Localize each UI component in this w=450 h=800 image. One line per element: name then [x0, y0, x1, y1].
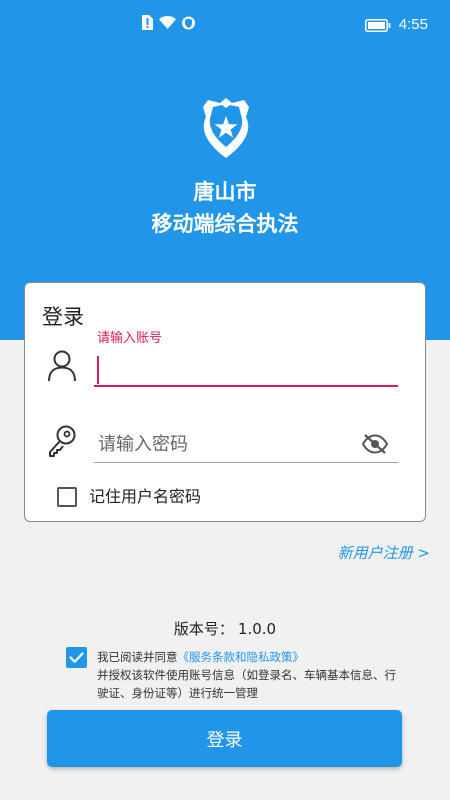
login-button[interactable]: 登录 [47, 710, 402, 767]
account-field-label: 请输入账号 [97, 331, 163, 346]
text-caret [97, 356, 99, 384]
agreement-prefix: 我已阅读并同意 [97, 650, 178, 664]
version-label: 版本号： [173, 620, 234, 638]
login-card: 登录 请输入账号 记住用户名密码 [24, 282, 426, 522]
remember-credentials-row[interactable]: 记住用户名密码 [57, 487, 201, 507]
remember-label: 记住用户名密码 [89, 487, 202, 506]
status-time: 4:55 [398, 16, 428, 33]
check-icon [69, 652, 84, 663]
app-title-line2: 移动端综合执法 [151, 212, 299, 236]
key-icon [49, 425, 76, 457]
police-badge-star-icon [203, 98, 249, 158]
login-heading: 登录 [42, 305, 84, 329]
battery-icon [364, 18, 391, 32]
status-right-icons: 4:55 [364, 15, 428, 35]
vpn-shield-icon [182, 16, 195, 29]
agreement-suffix: 并授权该软件使用账号信息（如登录名、车辆基本信息、行驶证、身份证等）进行统一管理 [97, 668, 396, 700]
status-bar: 4:55 [0, 0, 450, 52]
sim-alert-icon [142, 15, 153, 30]
agreement-text: 我已阅读并同意《服务条款和隐私政策》并授权该软件使用账号信息（如登录名、车辆基本… [97, 648, 397, 702]
register-link[interactable]: 新用户注册 > [338, 543, 430, 563]
eye-off-icon[interactable] [361, 433, 389, 455]
user-icon [48, 350, 76, 382]
agreement-checkbox[interactable] [66, 647, 87, 668]
wifi-icon [159, 16, 176, 29]
app-title: 唐山市 移动端综合执法 [0, 176, 450, 240]
app-title-line1: 唐山市 [193, 180, 257, 204]
status-left-icons [142, 15, 195, 30]
policy-link[interactable]: 《服务条款和隐私政策》 [178, 650, 305, 664]
account-input[interactable] [94, 351, 398, 387]
version-value: 1.0.0 [237, 620, 277, 638]
password-input[interactable] [94, 427, 398, 463]
version-info: 版本号： 1.0.0 [0, 619, 450, 639]
remember-checkbox[interactable] [57, 487, 77, 507]
